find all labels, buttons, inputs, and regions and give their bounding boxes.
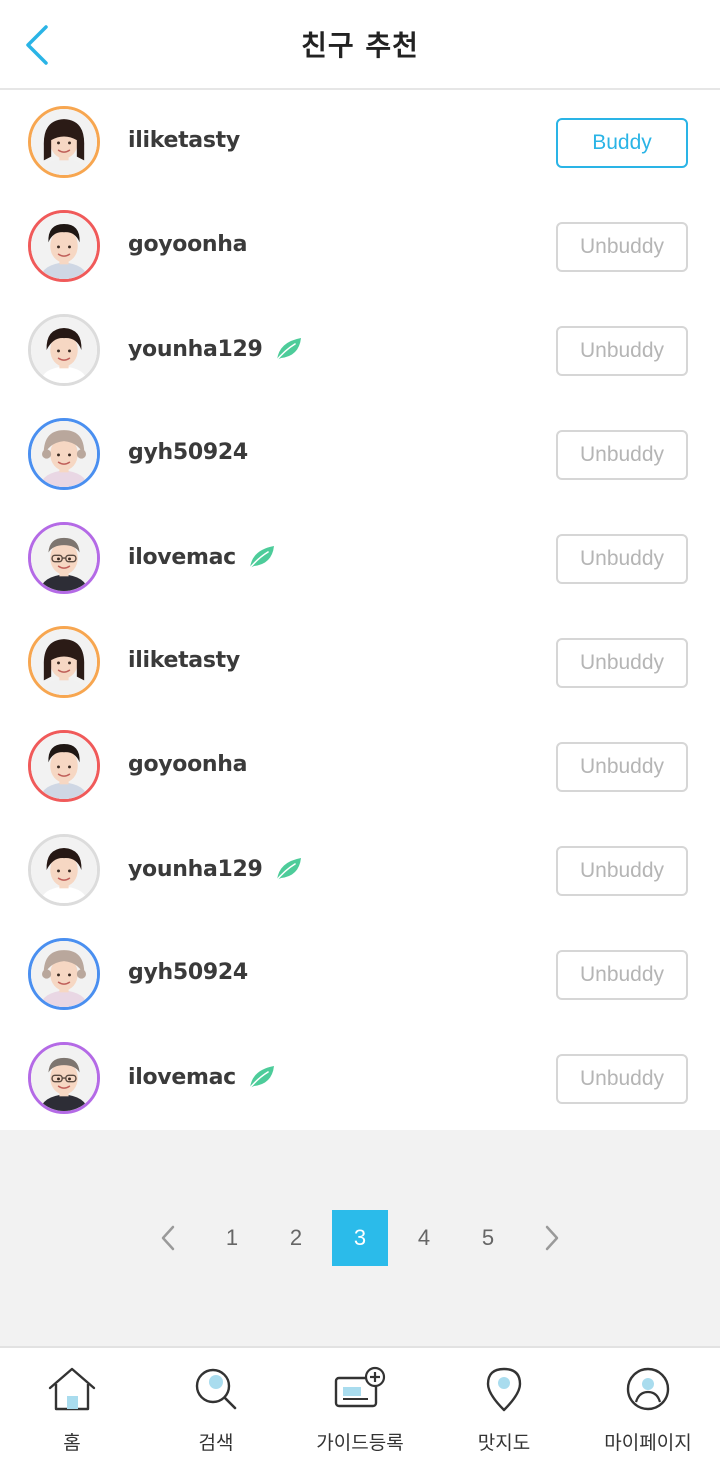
pagination: 12345 (140, 1210, 580, 1266)
user-row: gyh50924 Unbuddy (0, 404, 720, 508)
page-5-button[interactable]: 5 (460, 1210, 516, 1266)
username[interactable]: younha129 (128, 856, 303, 882)
tab-guide-register[interactable]: 가이드등록 (288, 1348, 432, 1460)
leaf-badge-icon (246, 1064, 276, 1090)
unbuddy-button[interactable]: Unbuddy (556, 950, 688, 1000)
user-row: goyoonha Unbuddy (0, 716, 720, 820)
pagination-area: 12345 (0, 1130, 720, 1346)
buddy-button[interactable]: Buddy (556, 118, 688, 168)
friend-recommendation-list: iliketasty Buddy goyoonha Unbuddy younha129 U… (0, 92, 720, 1132)
tab-label: 가이드등록 (316, 1432, 404, 1454)
home-icon (0, 1366, 144, 1414)
unbuddy-button[interactable]: Unbuddy (556, 534, 688, 584)
leaf-badge-icon (246, 544, 276, 570)
tab-profile[interactable]: 마이페이지 (576, 1348, 720, 1460)
profile-photo (31, 317, 97, 383)
user-row: ilovemac Unbuddy (0, 1028, 720, 1132)
username[interactable]: iliketasty (128, 648, 240, 673)
user-row: younha129 Unbuddy (0, 300, 720, 404)
username-label: goyoonha (128, 752, 248, 777)
user-row: gyh50924 Unbuddy (0, 924, 720, 1028)
unbuddy-button[interactable]: Unbuddy (556, 742, 688, 792)
user-row: younha129 Unbuddy (0, 820, 720, 924)
user-row: ilovemac Unbuddy (0, 508, 720, 612)
username[interactable]: goyoonha (128, 752, 248, 777)
username-label: ilovemac (128, 1064, 236, 1090)
profile-photo (31, 1045, 97, 1111)
avatar[interactable] (28, 106, 100, 178)
avatar[interactable] (28, 730, 100, 802)
username-label: iliketasty (128, 128, 240, 153)
username-label: gyh50924 (128, 440, 248, 465)
user-row: iliketasty Buddy (0, 92, 720, 196)
username[interactable]: gyh50924 (128, 440, 248, 465)
username[interactable]: goyoonha (128, 232, 248, 257)
unbuddy-button[interactable]: Unbuddy (556, 1054, 688, 1104)
tab-label: 맛지도 (477, 1432, 531, 1454)
page-1-button[interactable]: 1 (204, 1210, 260, 1266)
username-label: iliketasty (128, 648, 240, 673)
unbuddy-button[interactable]: Unbuddy (556, 638, 688, 688)
user-row: iliketasty Unbuddy (0, 612, 720, 716)
username-label: ilovemac (128, 544, 236, 570)
page-title: 친구 추천 (301, 29, 419, 62)
avatar[interactable] (28, 626, 100, 698)
avatar[interactable] (28, 834, 100, 906)
username[interactable]: ilovemac (128, 544, 276, 570)
chevron-left-icon (161, 1225, 175, 1251)
tab-label: 마이페이지 (604, 1432, 692, 1454)
search-icon (144, 1366, 288, 1414)
profile-photo (31, 213, 97, 279)
guide-register-icon (288, 1366, 432, 1414)
profile-photo (31, 629, 97, 695)
username-label: goyoonha (128, 232, 248, 257)
page-4-button[interactable]: 4 (396, 1210, 452, 1266)
bottom-tab-bar: 홈 검색 가이드등록 맛지도 마이페이지 (0, 1346, 720, 1460)
avatar[interactable] (28, 418, 100, 490)
profile-photo (31, 733, 97, 799)
profile-icon (576, 1366, 720, 1414)
profile-photo (31, 421, 97, 487)
profile-photo (31, 525, 97, 591)
tab-search[interactable]: 검색 (144, 1348, 288, 1460)
tab-map-pin[interactable]: 맛지도 (432, 1348, 576, 1460)
username[interactable]: iliketasty (128, 128, 240, 153)
page-2-button[interactable]: 2 (268, 1210, 324, 1266)
unbuddy-button[interactable]: Unbuddy (556, 326, 688, 376)
username-label: younha129 (128, 336, 263, 362)
unbuddy-button[interactable]: Unbuddy (556, 222, 688, 272)
avatar[interactable] (28, 522, 100, 594)
unbuddy-button[interactable]: Unbuddy (556, 846, 688, 896)
page-3-button[interactable]: 3 (332, 1210, 388, 1266)
avatar[interactable] (28, 1042, 100, 1114)
username-label: gyh50924 (128, 960, 248, 985)
username-label: younha129 (128, 856, 263, 882)
username[interactable]: younha129 (128, 336, 303, 362)
avatar[interactable] (28, 314, 100, 386)
tab-label: 검색 (198, 1432, 234, 1454)
profile-photo (31, 941, 97, 1007)
chevron-right-icon (545, 1225, 559, 1251)
leaf-badge-icon (273, 856, 303, 882)
map-pin-icon (432, 1366, 576, 1414)
avatar[interactable] (28, 210, 100, 282)
next-page-button[interactable] (524, 1210, 580, 1266)
leaf-badge-icon (273, 336, 303, 362)
username[interactable]: ilovemac (128, 1064, 276, 1090)
profile-photo (31, 837, 97, 903)
unbuddy-button[interactable]: Unbuddy (556, 430, 688, 480)
tab-home[interactable]: 홈 (0, 1348, 144, 1460)
avatar[interactable] (28, 938, 100, 1010)
prev-page-button[interactable] (140, 1210, 196, 1266)
tab-label: 홈 (63, 1432, 81, 1454)
profile-photo (31, 109, 97, 175)
username[interactable]: gyh50924 (128, 960, 248, 985)
user-row: goyoonha Unbuddy (0, 196, 720, 300)
top-bar: 친구 추천 (0, 0, 720, 90)
